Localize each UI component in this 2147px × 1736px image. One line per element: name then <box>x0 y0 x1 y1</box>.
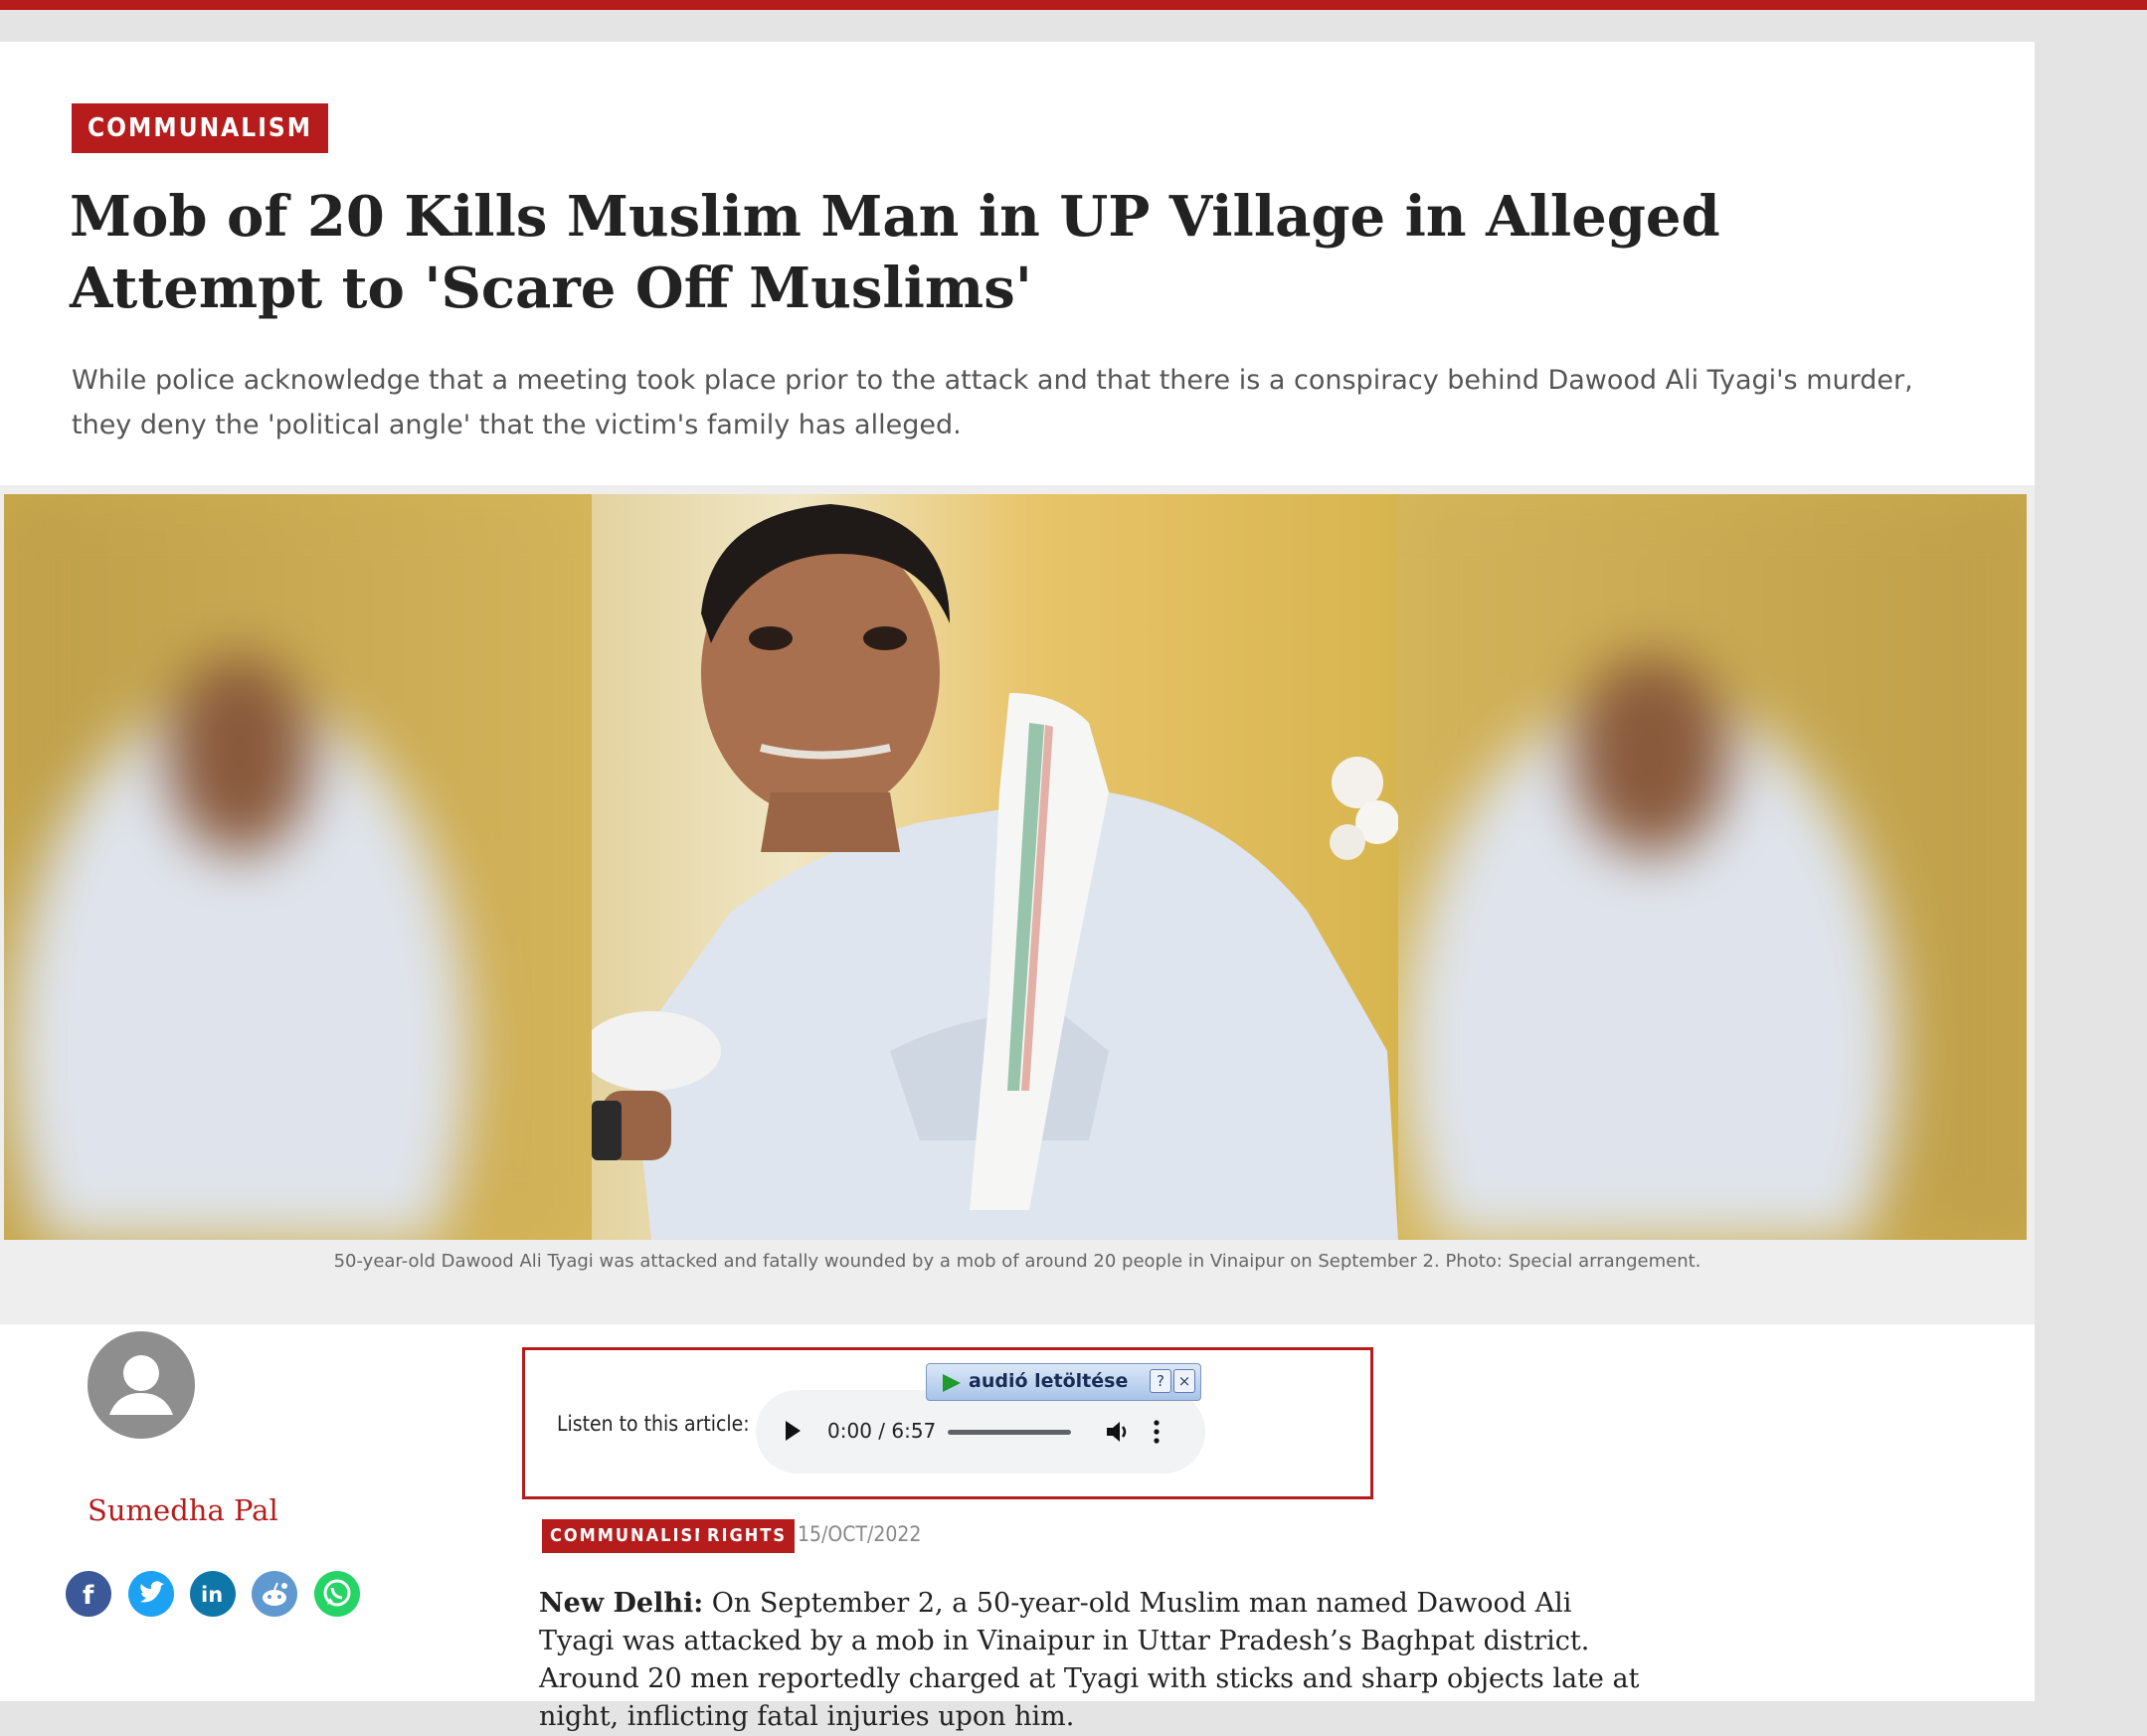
article-body: New Delhi: On September 2, a 50-year-old… <box>539 1585 1653 1736</box>
audio-seek-bar[interactable] <box>948 1430 1071 1435</box>
play-arrow-icon <box>943 1374 961 1392</box>
listen-label: Listen to this article: <box>557 1412 750 1436</box>
user-icon <box>88 1331 195 1439</box>
body-paragraph: On September 2, a 50-year-old Muslim man… <box>539 1588 1640 1732</box>
author-avatar[interactable] <box>88 1331 195 1439</box>
dateline: New Delhi: <box>539 1588 704 1619</box>
man-portrait <box>582 494 1399 1240</box>
help-button[interactable]: ? <box>1150 1369 1171 1393</box>
right-gutter <box>2035 42 2147 1701</box>
photo-blur-left <box>4 494 594 1240</box>
tag-rights[interactable]: RIGHTS <box>699 1519 796 1553</box>
facebook-icon[interactable]: f <box>66 1571 111 1617</box>
download-label: audió letöltése <box>969 1370 1129 1392</box>
publish-date: 15/OCT/2022 <box>798 1522 922 1546</box>
photo-main <box>582 494 1399 1240</box>
tag-communalism[interactable]: COMMUNALISM <box>542 1519 721 1553</box>
article-headline: Mob of 20 Kills Muslim Man in UP Village… <box>70 184 1720 321</box>
photo-blur-right <box>1396 494 2027 1240</box>
category-badge[interactable]: COMMUNALISM <box>72 103 329 153</box>
article-dek: While police acknowledge that a meeting … <box>72 365 1913 440</box>
audio-player-box: Listen to this article: 0:00 / 6:57 audi… <box>522 1347 1373 1499</box>
whatsapp-icon[interactable] <box>314 1571 360 1617</box>
close-button[interactable]: × <box>1173 1369 1195 1393</box>
lead-photo <box>4 494 2027 1240</box>
play-icon[interactable] <box>786 1421 801 1441</box>
svg-text:in: in <box>201 1583 223 1607</box>
photo-caption: 50-year-old Dawood Ali Tyagi was attacke… <box>333 1251 1701 1272</box>
more-options-icon[interactable] <box>1152 1418 1162 1446</box>
audio-time: 0:00 / 6:57 <box>827 1419 937 1443</box>
linkedin-icon[interactable]: in <box>190 1571 236 1617</box>
volume-icon[interactable] <box>1104 1418 1132 1446</box>
twitter-icon[interactable] <box>128 1571 174 1617</box>
author-name[interactable]: Sumedha Pal <box>88 1493 278 1527</box>
top-accent-bar <box>0 0 2147 10</box>
reddit-icon[interactable] <box>252 1571 297 1617</box>
svg-text:f: f <box>83 1581 94 1611</box>
audio-download-bar[interactable]: audió letöltése ? × <box>926 1363 1201 1401</box>
audio-player[interactable]: 0:00 / 6:57 <box>756 1390 1205 1474</box>
